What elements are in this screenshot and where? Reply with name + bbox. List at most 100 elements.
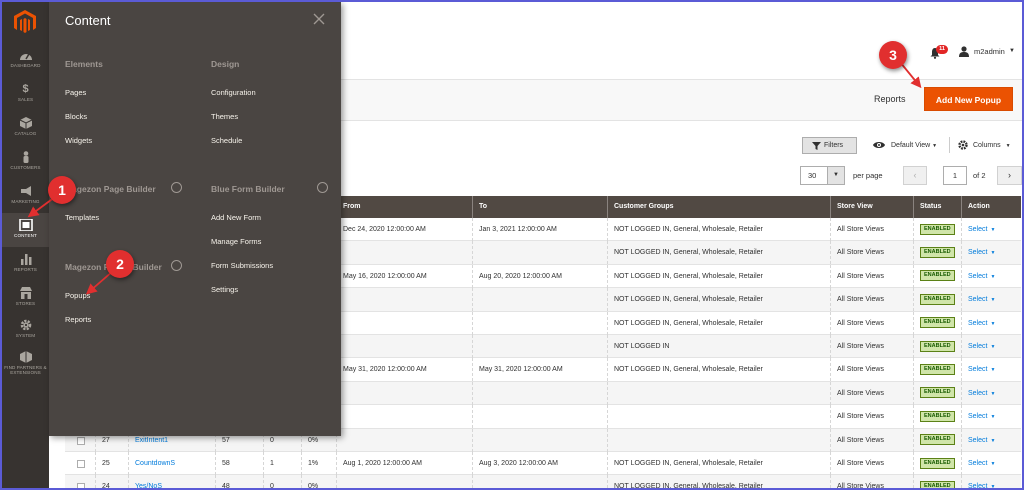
cell-action[interactable]: Select ▼ bbox=[961, 311, 1021, 335]
close-icon[interactable] bbox=[313, 13, 325, 25]
column-header-store-view[interactable]: Store View bbox=[830, 196, 916, 218]
column-header-customer-groups[interactable]: Customer Groups bbox=[607, 196, 833, 218]
cell-customer-groups: NOT LOGGED IN, General, Wholesale, Retai… bbox=[607, 241, 830, 265]
magento-logo-icon[interactable] bbox=[14, 10, 36, 34]
cell-action[interactable]: Select ▼ bbox=[961, 218, 1021, 241]
select-action-dropdown[interactable]: Select bbox=[968, 483, 987, 490]
cell-action[interactable]: Select ▼ bbox=[961, 358, 1021, 382]
chevron-down-icon: ▼ bbox=[990, 297, 996, 304]
cell-action[interactable]: Select ▼ bbox=[961, 288, 1021, 312]
columns-label: Columns bbox=[973, 142, 1001, 149]
cell-name[interactable]: CountdownS bbox=[128, 452, 215, 475]
cell-to bbox=[472, 288, 607, 312]
chevron-down-icon[interactable]: ▼ bbox=[827, 166, 845, 185]
select-action-dropdown[interactable]: Select bbox=[968, 296, 987, 303]
user-icon[interactable] bbox=[959, 46, 969, 57]
cell-action[interactable]: Select ▼ bbox=[961, 335, 1021, 358]
select-action-dropdown[interactable]: Select bbox=[968, 437, 987, 444]
user-name-link[interactable]: m2admin bbox=[974, 47, 1005, 56]
sidebar-item-dashboard[interactable]: DASHBOARD bbox=[2, 49, 49, 83]
cell-action[interactable]: Select ▼ bbox=[961, 452, 1021, 475]
menu-item-themes[interactable]: Themes bbox=[211, 112, 238, 121]
cell-action[interactable]: Select ▼ bbox=[961, 381, 1021, 405]
sidebar-item-reports[interactable]: REPORTS bbox=[2, 253, 49, 287]
filters-button[interactable]: Filters bbox=[802, 137, 857, 154]
cell-status: ENABLED bbox=[913, 358, 961, 382]
select-action-dropdown[interactable]: Select bbox=[968, 366, 987, 373]
sidebar-item-label: STORES bbox=[15, 301, 36, 306]
user-menu-caret-icon[interactable]: ▼ bbox=[1009, 48, 1015, 54]
select-action-dropdown[interactable]: Select bbox=[968, 273, 987, 280]
select-action-dropdown[interactable]: Select bbox=[968, 343, 987, 350]
section-heading-blue-form: Blue Form Builder bbox=[211, 184, 285, 194]
menu-item-pages[interactable]: Pages bbox=[65, 88, 86, 97]
menu-item-schedule[interactable]: Schedule bbox=[211, 136, 242, 145]
column-header-to[interactable]: To bbox=[472, 196, 608, 218]
cell-action[interactable]: Select ▼ bbox=[961, 475, 1021, 490]
filters-label: Filters bbox=[824, 142, 844, 149]
cell-from bbox=[336, 381, 472, 405]
current-page-input[interactable]: 1 bbox=[943, 166, 967, 185]
menu-item-blocks[interactable]: Blocks bbox=[65, 112, 87, 121]
cell-action[interactable]: Select ▼ bbox=[961, 428, 1021, 452]
select-action-dropdown[interactable]: Select bbox=[968, 320, 987, 327]
status-badge: ENABLED bbox=[920, 293, 955, 305]
previous-page-button[interactable]: ‹ bbox=[903, 166, 927, 185]
cell-from bbox=[336, 335, 472, 358]
sidebar-item-find-partners[interactable]: FIND PARTNERS & EXTENSIONS bbox=[2, 351, 49, 391]
column-header-status[interactable]: Status bbox=[913, 196, 962, 218]
table-row[interactable]: 25 CountdownS 58 1 1% Aug 1, 2020 12:00:00 AM… bbox=[65, 452, 1021, 476]
cell-action[interactable]: Select ▼ bbox=[961, 405, 1021, 429]
cell-customer-groups bbox=[607, 405, 830, 429]
eye-icon[interactable] bbox=[873, 141, 885, 149]
row-checkbox[interactable] bbox=[77, 483, 85, 490]
add-new-popup-button[interactable]: Add New Popup bbox=[924, 87, 1013, 111]
cell-status: ENABLED bbox=[913, 381, 961, 405]
cell-store-view: All Store Views bbox=[830, 358, 913, 382]
menu-item-manage-forms[interactable]: Manage Forms bbox=[211, 237, 261, 246]
select-action-dropdown[interactable]: Select bbox=[968, 460, 987, 467]
table-row[interactable]: 24 Yes/NoS 48 0 0% NOT LOGGED IN, General, Wh… bbox=[65, 475, 1021, 490]
gear-icon[interactable] bbox=[958, 140, 968, 150]
cell-action[interactable]: Select ▼ bbox=[961, 264, 1021, 288]
select-action-dropdown[interactable]: Select bbox=[968, 413, 987, 420]
cell-store-view: All Store Views bbox=[830, 218, 913, 241]
sidebar-item-sales[interactable]: $ SALES bbox=[2, 83, 49, 117]
menu-item-popup-reports[interactable]: Reports bbox=[65, 315, 91, 324]
column-header-action: Action bbox=[961, 196, 1021, 218]
menu-item-templates[interactable]: Templates bbox=[65, 213, 99, 222]
select-action-dropdown[interactable]: Select bbox=[968, 390, 987, 397]
cell-action[interactable]: Select ▼ bbox=[961, 241, 1021, 265]
menu-item-add-new-form[interactable]: Add New Form bbox=[211, 213, 261, 222]
status-badge: ENABLED bbox=[920, 223, 955, 235]
column-header-from[interactable]: From bbox=[336, 196, 473, 218]
catalog-cube-icon bbox=[19, 117, 32, 129]
reports-button[interactable]: Reports bbox=[874, 94, 906, 104]
row-checkbox[interactable] bbox=[77, 436, 85, 445]
chevron-down-icon: ▼ bbox=[990, 367, 996, 374]
menu-item-configuration[interactable]: Configuration bbox=[211, 88, 256, 97]
sidebar-item-content[interactable]: CONTENT bbox=[2, 213, 49, 247]
menu-item-popups[interactable]: Popups bbox=[65, 291, 90, 300]
cell-store-view: All Store Views bbox=[830, 452, 913, 475]
default-view-dropdown[interactable]: Default View ▼ bbox=[891, 142, 937, 149]
content-layout-icon bbox=[18, 219, 33, 231]
sidebar-item-label: CUSTOMERS bbox=[10, 165, 41, 170]
cell-to bbox=[472, 335, 607, 358]
next-page-button[interactable]: › bbox=[997, 166, 1022, 185]
select-action-dropdown[interactable]: Select bbox=[968, 249, 987, 256]
cell-store-view: All Store Views bbox=[830, 311, 913, 335]
select-action-dropdown[interactable]: Select bbox=[968, 226, 987, 233]
columns-dropdown[interactable]: Columns ▼ bbox=[973, 142, 1011, 149]
sidebar-item-stores[interactable]: STORES bbox=[2, 287, 49, 321]
sidebar-item-label: SYSTEM bbox=[15, 333, 36, 338]
sidebar-item-catalog[interactable]: CATALOG bbox=[2, 117, 49, 151]
cell-status: ENABLED bbox=[913, 218, 961, 241]
menu-item-form-submissions[interactable]: Form Submissions bbox=[211, 261, 273, 270]
menu-item-widgets[interactable]: Widgets bbox=[65, 136, 92, 145]
cell-name[interactable]: Yes/NoS bbox=[128, 475, 215, 490]
sidebar-item-system[interactable]: SYSTEM bbox=[2, 319, 49, 353]
row-checkbox[interactable] bbox=[77, 460, 85, 468]
sidebar-item-customers[interactable]: CUSTOMERS bbox=[2, 151, 49, 185]
menu-item-settings[interactable]: Settings bbox=[211, 285, 238, 294]
